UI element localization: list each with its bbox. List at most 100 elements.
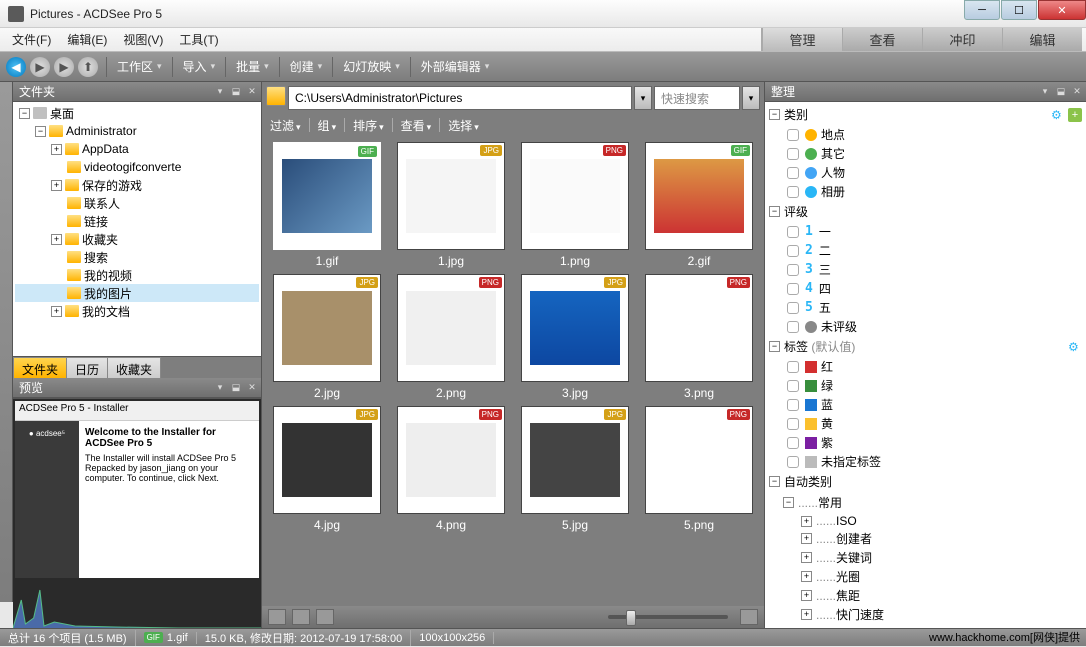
toolbar: ◀ ▶ ▶ ⬆ 工作区 导入 批量 创建 幻灯放映 外部编辑器: [0, 52, 1086, 82]
mode-tab-view[interactable]: 查看: [842, 28, 922, 51]
thumbnail-image: [406, 423, 496, 497]
thumbnail-size-slider[interactable]: [608, 615, 728, 619]
panel-pin-icon[interactable]: ⬓: [229, 381, 243, 395]
panel-close-icon[interactable]: ✕: [245, 85, 259, 99]
nav-forward-button[interactable]: ▶: [30, 57, 50, 77]
status-selected-info: 15.0 KB, 修改日期: 2012-07-19 17:58:00: [197, 630, 412, 646]
color-swatch-none: [805, 456, 817, 468]
preview-panel-title: 预览: [19, 379, 43, 396]
mode-tab-edit[interactable]: 编辑: [1002, 28, 1082, 51]
thumbnail-image: [406, 291, 496, 365]
toolbar-workspace[interactable]: 工作区: [113, 58, 166, 75]
footer-btn-4[interactable]: [740, 609, 758, 625]
filetype-badge: JPG: [604, 409, 626, 420]
toolbar-slideshow[interactable]: 幻灯放映: [339, 58, 404, 75]
thumbnail-item[interactable]: PNG 5.png: [640, 406, 758, 532]
filter-dropdown[interactable]: 过滤: [270, 117, 301, 134]
select-dropdown[interactable]: 选择: [448, 117, 479, 134]
sort-dropdown[interactable]: 排序: [353, 117, 384, 134]
tab-folders[interactable]: 文件夹: [13, 357, 67, 378]
filetype-badge: JPG: [356, 409, 378, 420]
organize-tree[interactable]: −类别 ⚙+ 地点 其它 人物 相册 −评级 1一 2二 3三 4四 5五 未评…: [765, 102, 1086, 628]
tab-favorites[interactable]: 收藏夹: [107, 357, 161, 378]
thumbnail-item[interactable]: JPG 4.jpg: [268, 406, 386, 532]
filetype-badge: GIF: [358, 146, 377, 157]
panel-pin-icon[interactable]: ⬓: [229, 85, 243, 99]
thumbnail-item[interactable]: GIF 1.gif: [268, 142, 386, 268]
menubar: 文件(F) 编辑(E) 视图(V) 工具(T) 管理 查看 冲印 编辑: [0, 28, 1086, 52]
filetype-badge: PNG: [479, 409, 502, 420]
menu-file[interactable]: 文件(F): [4, 28, 59, 51]
gear-icon[interactable]: ⚙: [1068, 340, 1082, 354]
organize-panel-title: 整理: [771, 83, 795, 100]
acdsee-logo: ● acdsee⁵: [29, 429, 65, 438]
thumbnail-item[interactable]: JPG 5.jpg: [516, 406, 634, 532]
mode-tab-develop[interactable]: 冲印: [922, 28, 1002, 51]
thumbnail-grid[interactable]: GIF 1.gif JPG 1.jpg PNG 1.png GIF 2.gif …: [262, 136, 764, 606]
panel-close-icon[interactable]: ✕: [1070, 85, 1084, 99]
thumbnail-item[interactable]: PNG 4.png: [392, 406, 510, 532]
quick-search-input[interactable]: 快速搜索: [654, 86, 740, 110]
filetype-badge: JPG: [480, 145, 502, 156]
search-dropdown-button[interactable]: ▾: [742, 86, 760, 110]
close-button[interactable]: ✕: [1038, 0, 1086, 20]
color-swatch-yellow: [805, 418, 817, 430]
footer-btn-3[interactable]: [316, 609, 334, 625]
thumbnail-item[interactable]: PNG 1.png: [516, 142, 634, 268]
thumbnail-footer: [262, 606, 764, 628]
plus-icon[interactable]: +: [1068, 108, 1082, 122]
color-swatch-purple: [805, 437, 817, 449]
panel-menu-icon[interactable]: ▾: [213, 85, 227, 99]
panel-menu-icon[interactable]: ▾: [213, 381, 227, 395]
panel-menu-icon[interactable]: ▾: [1038, 85, 1052, 99]
thumbnail-item[interactable]: JPG 3.jpg: [516, 274, 634, 400]
nav-back-button[interactable]: ◀: [6, 57, 26, 77]
globe-icon: [805, 129, 817, 141]
address-input[interactable]: C:\Users\Administrator\Pictures: [288, 86, 632, 110]
thumbnail-label: 5.png: [684, 518, 714, 532]
tree-row-selected: 我的图片: [15, 284, 259, 302]
toolbar-batch[interactable]: 批量: [232, 58, 273, 75]
footer-btn-2[interactable]: [292, 609, 310, 625]
filetype-badge: PNG: [727, 277, 750, 288]
minimize-button[interactable]: ─: [964, 0, 1000, 20]
thumbnail-item[interactable]: PNG 3.png: [640, 274, 758, 400]
nav-up-button[interactable]: ⬆: [78, 57, 98, 77]
filter-bar: 过滤 组 排序 查看 选择: [262, 114, 764, 136]
thumbnail-item[interactable]: GIF 2.gif: [640, 142, 758, 268]
menu-edit[interactable]: 编辑(E): [59, 28, 115, 51]
thumbnail-item[interactable]: JPG 2.jpg: [268, 274, 386, 400]
address-folder-icon[interactable]: [266, 86, 286, 106]
gif-badge-icon: GIF: [144, 632, 163, 643]
thumbnail-label: 4.png: [436, 518, 466, 532]
thumbnail-label: 1.png: [560, 254, 590, 268]
viewmode-dropdown[interactable]: 查看: [401, 117, 432, 134]
thumbnail-label: 5.jpg: [562, 518, 588, 532]
panel-pin-icon[interactable]: ⬓: [1054, 85, 1068, 99]
tab-calendar[interactable]: 日历: [66, 357, 108, 378]
folder-tree[interactable]: −桌面 −Administrator +AppData videotogifco…: [13, 102, 261, 356]
panel-close-icon[interactable]: ✕: [245, 381, 259, 395]
gear-icon[interactable]: ⚙: [1051, 108, 1065, 122]
toolbar-import[interactable]: 导入: [179, 58, 220, 75]
menu-tools[interactable]: 工具(T): [171, 28, 226, 51]
group-dropdown[interactable]: 组: [318, 117, 337, 134]
people-icon: [805, 167, 817, 179]
footer-btn-1[interactable]: [268, 609, 286, 625]
thumbnail-label: 2.gif: [688, 254, 711, 268]
status-total: 总计 16 个项目 (1.5 MB): [0, 630, 136, 646]
maximize-button[interactable]: ☐: [1001, 0, 1037, 20]
status-selected-name: 1.gif: [167, 632, 188, 644]
menu-view[interactable]: 视图(V): [115, 28, 171, 51]
preview-panel-header: 预览 ▾ ⬓ ✕: [13, 378, 261, 398]
toolbar-create[interactable]: 创建: [286, 58, 327, 75]
thumbnail-item[interactable]: PNG 2.png: [392, 274, 510, 400]
nav-play-button[interactable]: ▶: [54, 57, 74, 77]
mode-tab-manage[interactable]: 管理: [762, 28, 842, 51]
address-dropdown-button[interactable]: ▾: [634, 86, 652, 110]
thumbnail-item[interactable]: JPG 1.jpg: [392, 142, 510, 268]
preview-caption: ACDSee Pro 5 - Installer: [15, 401, 259, 421]
filetype-badge: JPG: [604, 277, 626, 288]
toolbar-external[interactable]: 外部编辑器: [417, 58, 494, 75]
tree-expand-icon[interactable]: −: [19, 108, 30, 119]
